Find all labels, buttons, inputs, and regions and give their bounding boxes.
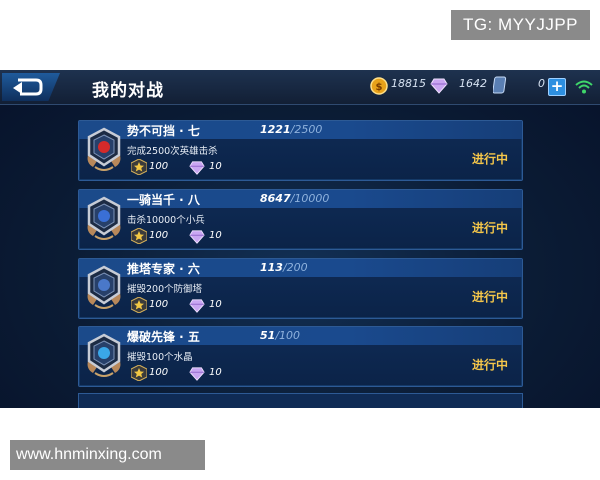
task-name: 一骑当千 · 八	[127, 193, 200, 207]
task-status: 进行中	[472, 290, 509, 304]
task-card[interactable]: 推塔专家 · 六 113/200 摧毁200个防御塔 100 10 进行中	[78, 258, 523, 319]
task-card[interactable]: 一骑当千 · 八 8647/10000 击杀10000个小兵 100 10 进行…	[78, 189, 523, 250]
back-button[interactable]	[2, 73, 60, 101]
task-progress: 8647/10000	[260, 192, 329, 205]
reward-gem-value: 10	[209, 299, 222, 310]
task-description: 摧毁100个水晶	[127, 352, 193, 363]
gem-icon	[430, 78, 448, 94]
gem-reward-icon	[189, 230, 205, 244]
reward-gem-value: 10	[209, 230, 222, 241]
task-status: 进行中	[472, 152, 509, 166]
voucher-icon	[493, 76, 507, 94]
task-card[interactable]: 势不可挡 · 七 1221/2500 完成2500次英雄击杀 100 10 进行…	[78, 120, 523, 181]
reward-coin-value: 100	[149, 230, 169, 241]
reward-gem-value: 10	[209, 367, 222, 378]
progress-total: /200	[282, 261, 308, 274]
progress-current: 8647	[260, 192, 291, 205]
back-arrow-icon	[13, 78, 43, 96]
watermark-bottom: www.hnminxing.com	[10, 440, 205, 470]
star-coin-icon	[131, 297, 147, 313]
progress-total: /100	[275, 329, 301, 342]
gem-count: 1642	[459, 77, 487, 90]
svg-text:$: $	[376, 82, 383, 93]
task-card-partial[interactable]	[78, 393, 523, 408]
top-bar: 我的对战 $ 18815 1642 0 +	[0, 70, 600, 105]
voucher-count: 0	[538, 77, 545, 90]
achievement-badge-icon	[87, 265, 121, 309]
task-name: 推塔专家 · 六	[127, 262, 200, 276]
task-name: 势不可挡 · 七	[127, 124, 200, 138]
task-description: 完成2500次英雄击杀	[127, 146, 218, 157]
reward-coin-value: 100	[149, 161, 169, 172]
star-coin-icon	[131, 159, 147, 175]
page-title: 我的对战	[92, 81, 164, 101]
reward-gem-value: 10	[209, 161, 222, 172]
task-status: 进行中	[472, 221, 509, 235]
gem-reward-icon	[189, 367, 205, 381]
coin-count: 18815	[391, 77, 426, 90]
task-description: 摧毁200个防御塔	[127, 284, 203, 295]
progress-total: /2500	[290, 123, 323, 136]
star-coin-icon	[131, 365, 147, 381]
game-screen: 我的对战 $ 18815 1642 0 + 势不可挡 · 七 1221/2500…	[0, 70, 600, 408]
wifi-icon	[575, 80, 593, 94]
task-progress: 51/100	[260, 329, 300, 342]
task-progress: 1221/2500	[260, 123, 322, 136]
task-progress: 113/200	[260, 261, 308, 274]
progress-current: 1221	[260, 123, 291, 136]
achievement-badge-icon	[87, 333, 121, 377]
task-card[interactable]: 爆破先锋 · 五 51/100 摧毁100个水晶 100 10 进行中	[78, 326, 523, 387]
gem-reward-icon	[189, 161, 205, 175]
add-voucher-button[interactable]: +	[548, 78, 566, 96]
progress-current: 113	[260, 261, 283, 274]
achievement-badge-icon	[87, 196, 121, 240]
task-status: 进行中	[472, 358, 509, 372]
progress-total: /10000	[290, 192, 330, 205]
reward-coin-value: 100	[149, 299, 169, 310]
watermark-top: TG: MYYJJPP	[451, 10, 590, 40]
task-name: 爆破先锋 · 五	[127, 330, 200, 344]
task-description: 击杀10000个小兵	[127, 215, 205, 226]
progress-current: 51	[260, 329, 276, 342]
gem-reward-icon	[189, 299, 205, 313]
achievement-badge-icon	[87, 127, 121, 171]
coin-icon: $	[370, 77, 388, 95]
star-coin-icon	[131, 228, 147, 244]
reward-coin-value: 100	[149, 367, 169, 378]
